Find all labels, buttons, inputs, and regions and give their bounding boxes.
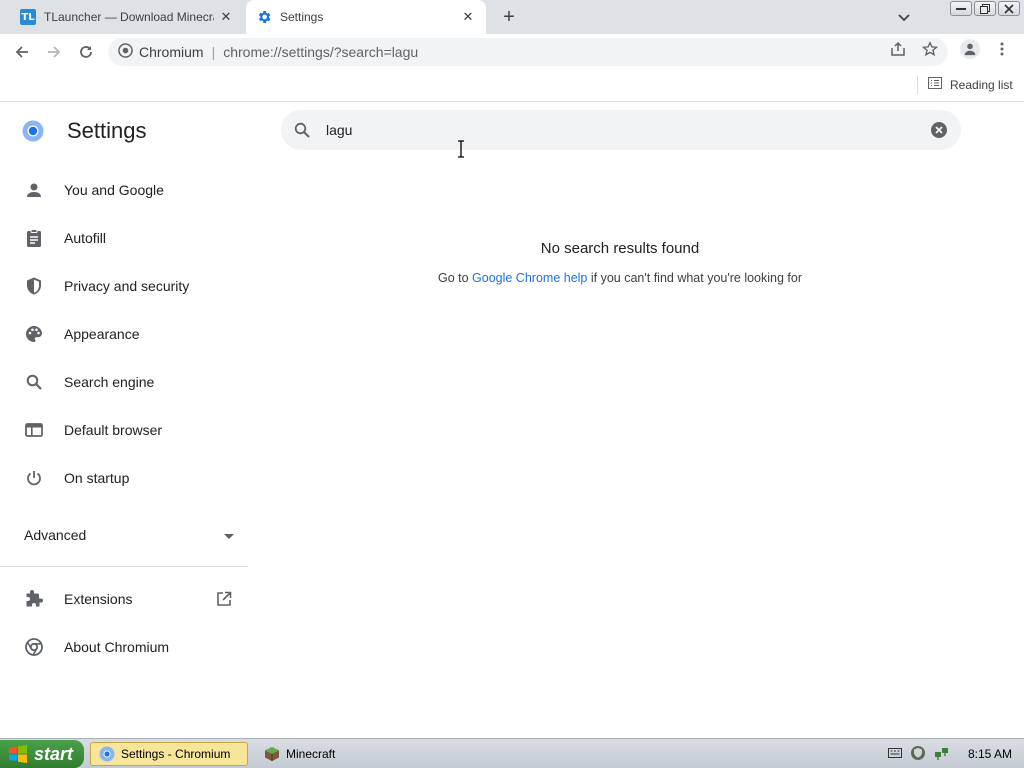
taskbar-item-label: Settings - Chromium [121,747,231,761]
sidebar-item-you-and-google[interactable]: You and Google [0,170,248,210]
windows-flag-icon [8,745,28,763]
start-button[interactable]: start [0,740,84,768]
person-icon [24,180,44,200]
profile-avatar-icon[interactable] [960,39,980,59]
open-in-new-icon [215,590,233,608]
forward-button[interactable] [40,38,68,66]
sidebar-divider [0,566,248,567]
help-line: Go to Google Chrome help if you can't fi… [320,271,920,285]
chrome-help-link[interactable]: Google Chrome help [472,271,587,285]
sidebar-item-autofill[interactable]: Autofill [0,218,248,258]
sidebar-item-about-chromium[interactable]: About Chromium [0,627,248,667]
chromium-logo-icon [22,120,44,142]
sidebar-item-default-browser[interactable]: Default browser [0,410,248,450]
sidebar-item-on-startup[interactable]: On startup [0,458,248,498]
search-query-text: lagu [326,122,353,138]
sidebar-item-extensions[interactable]: Extensions [0,579,248,619]
settings-search-input[interactable]: lagu [281,110,961,150]
close-tab-icon[interactable]: ✕ [218,9,234,25]
advanced-label: Advanced [24,527,87,543]
help-prefix: Go to [437,271,473,285]
clear-search-icon[interactable] [930,121,948,139]
tab-title: Settings [280,10,324,24]
reading-list-icon [928,76,942,93]
reading-list-label: Reading list [950,77,1013,92]
no-results-message: No search results found [540,240,700,257]
menu-kebab-icon[interactable] [993,40,1011,58]
minimize-button[interactable] [950,1,972,16]
address-bar[interactable]: Chromium | chrome://settings/?search=lag… [108,38,948,66]
sidebar-item-label: Appearance [64,326,140,342]
bookmarks-bar: Reading list [0,70,1024,102]
sidebar-item-search-engine[interactable]: Search engine [0,362,248,402]
shield-icon [24,276,44,296]
sidebar-item-label: Search engine [64,374,155,390]
search-icon [294,121,312,139]
network-icon[interactable] [934,745,950,764]
advanced-section-toggle[interactable]: Advanced [24,524,234,546]
taskbar: start Settings - Chromium Minecraft 8:15… [0,738,1024,768]
share-icon[interactable] [889,40,907,58]
sidebar-item-label: Autofill [64,230,107,246]
chromium-logo-icon [24,637,44,657]
reload-button[interactable] [72,38,100,66]
chromium-logo-icon [99,746,115,762]
omnibox-url: chrome://settings/?search=lagu [223,44,419,60]
new-tab-button[interactable]: + [498,6,520,28]
clock: 8:15 AM [968,747,1013,761]
chromium-logo-icon [118,43,133,61]
taskbar-item-minecraft[interactable]: Minecraft [256,742,376,766]
sidebar-item-label: On startup [64,470,130,486]
sidebar-item-privacy-and-security[interactable]: Privacy and security [0,266,248,306]
sidebar-item-label: You and Google [64,182,164,198]
security-shield-icon[interactable] [910,745,926,764]
tab-strip: TL TLauncher — Download Minecraft L ✕ Se… [0,0,1024,34]
tlauncher-favicon-icon: TL [20,9,36,25]
sidebar-item-label: Privacy and security [64,278,190,294]
caret-down-icon [224,528,234,543]
help-suffix: if you can't find what you're looking fo… [587,271,803,285]
sidebar-item-label: Extensions [64,591,133,607]
browser-window-icon [24,420,44,440]
palette-icon [24,324,44,344]
close-window-button[interactable] [998,1,1020,16]
gear-icon [256,9,272,25]
minecraft-block-icon [264,746,280,762]
reading-list-button[interactable]: Reading list [928,76,1013,93]
restore-button[interactable] [974,1,996,16]
settings-sidebar: Settings You and Google Autofill Privacy… [0,103,248,738]
power-icon [24,468,44,488]
sidebar-item-label: About Chromium [64,639,170,655]
puzzle-piece-icon [24,589,44,609]
sidebar-item-appearance[interactable]: Appearance [0,314,248,354]
tab-settings[interactable]: Settings ✕ [246,0,486,34]
text-cursor-icon [456,140,466,158]
keyboard-icon[interactable] [888,747,902,762]
start-label: start [34,743,74,764]
omnibox-separator: | [211,44,216,60]
close-tab-icon[interactable]: ✕ [460,9,476,25]
system-tray: 8:15 AM [880,742,1024,766]
clipboard-icon [24,228,44,248]
taskbar-item-chromium[interactable]: Settings - Chromium [90,742,248,766]
back-button[interactable] [8,38,36,66]
taskbar-item-label: Minecraft [286,747,336,761]
sidebar-item-label: Default browser [64,422,163,438]
omnibox-origin: Chromium [139,44,204,60]
search-icon [24,372,44,392]
window-controls [950,1,1020,16]
bookmarks-divider [917,76,918,94]
page-title: Settings [67,118,147,143]
tab-tlauncher[interactable]: TL TLauncher — Download Minecraft L ✕ [10,0,244,34]
bookmark-star-icon[interactable] [921,40,939,58]
browser-toolbar: Chromium | chrome://settings/?search=lag… [0,34,1024,70]
tab-search-chevron-icon[interactable] [894,8,914,28]
tab-title: TLauncher — Download Minecraft L [44,10,214,24]
